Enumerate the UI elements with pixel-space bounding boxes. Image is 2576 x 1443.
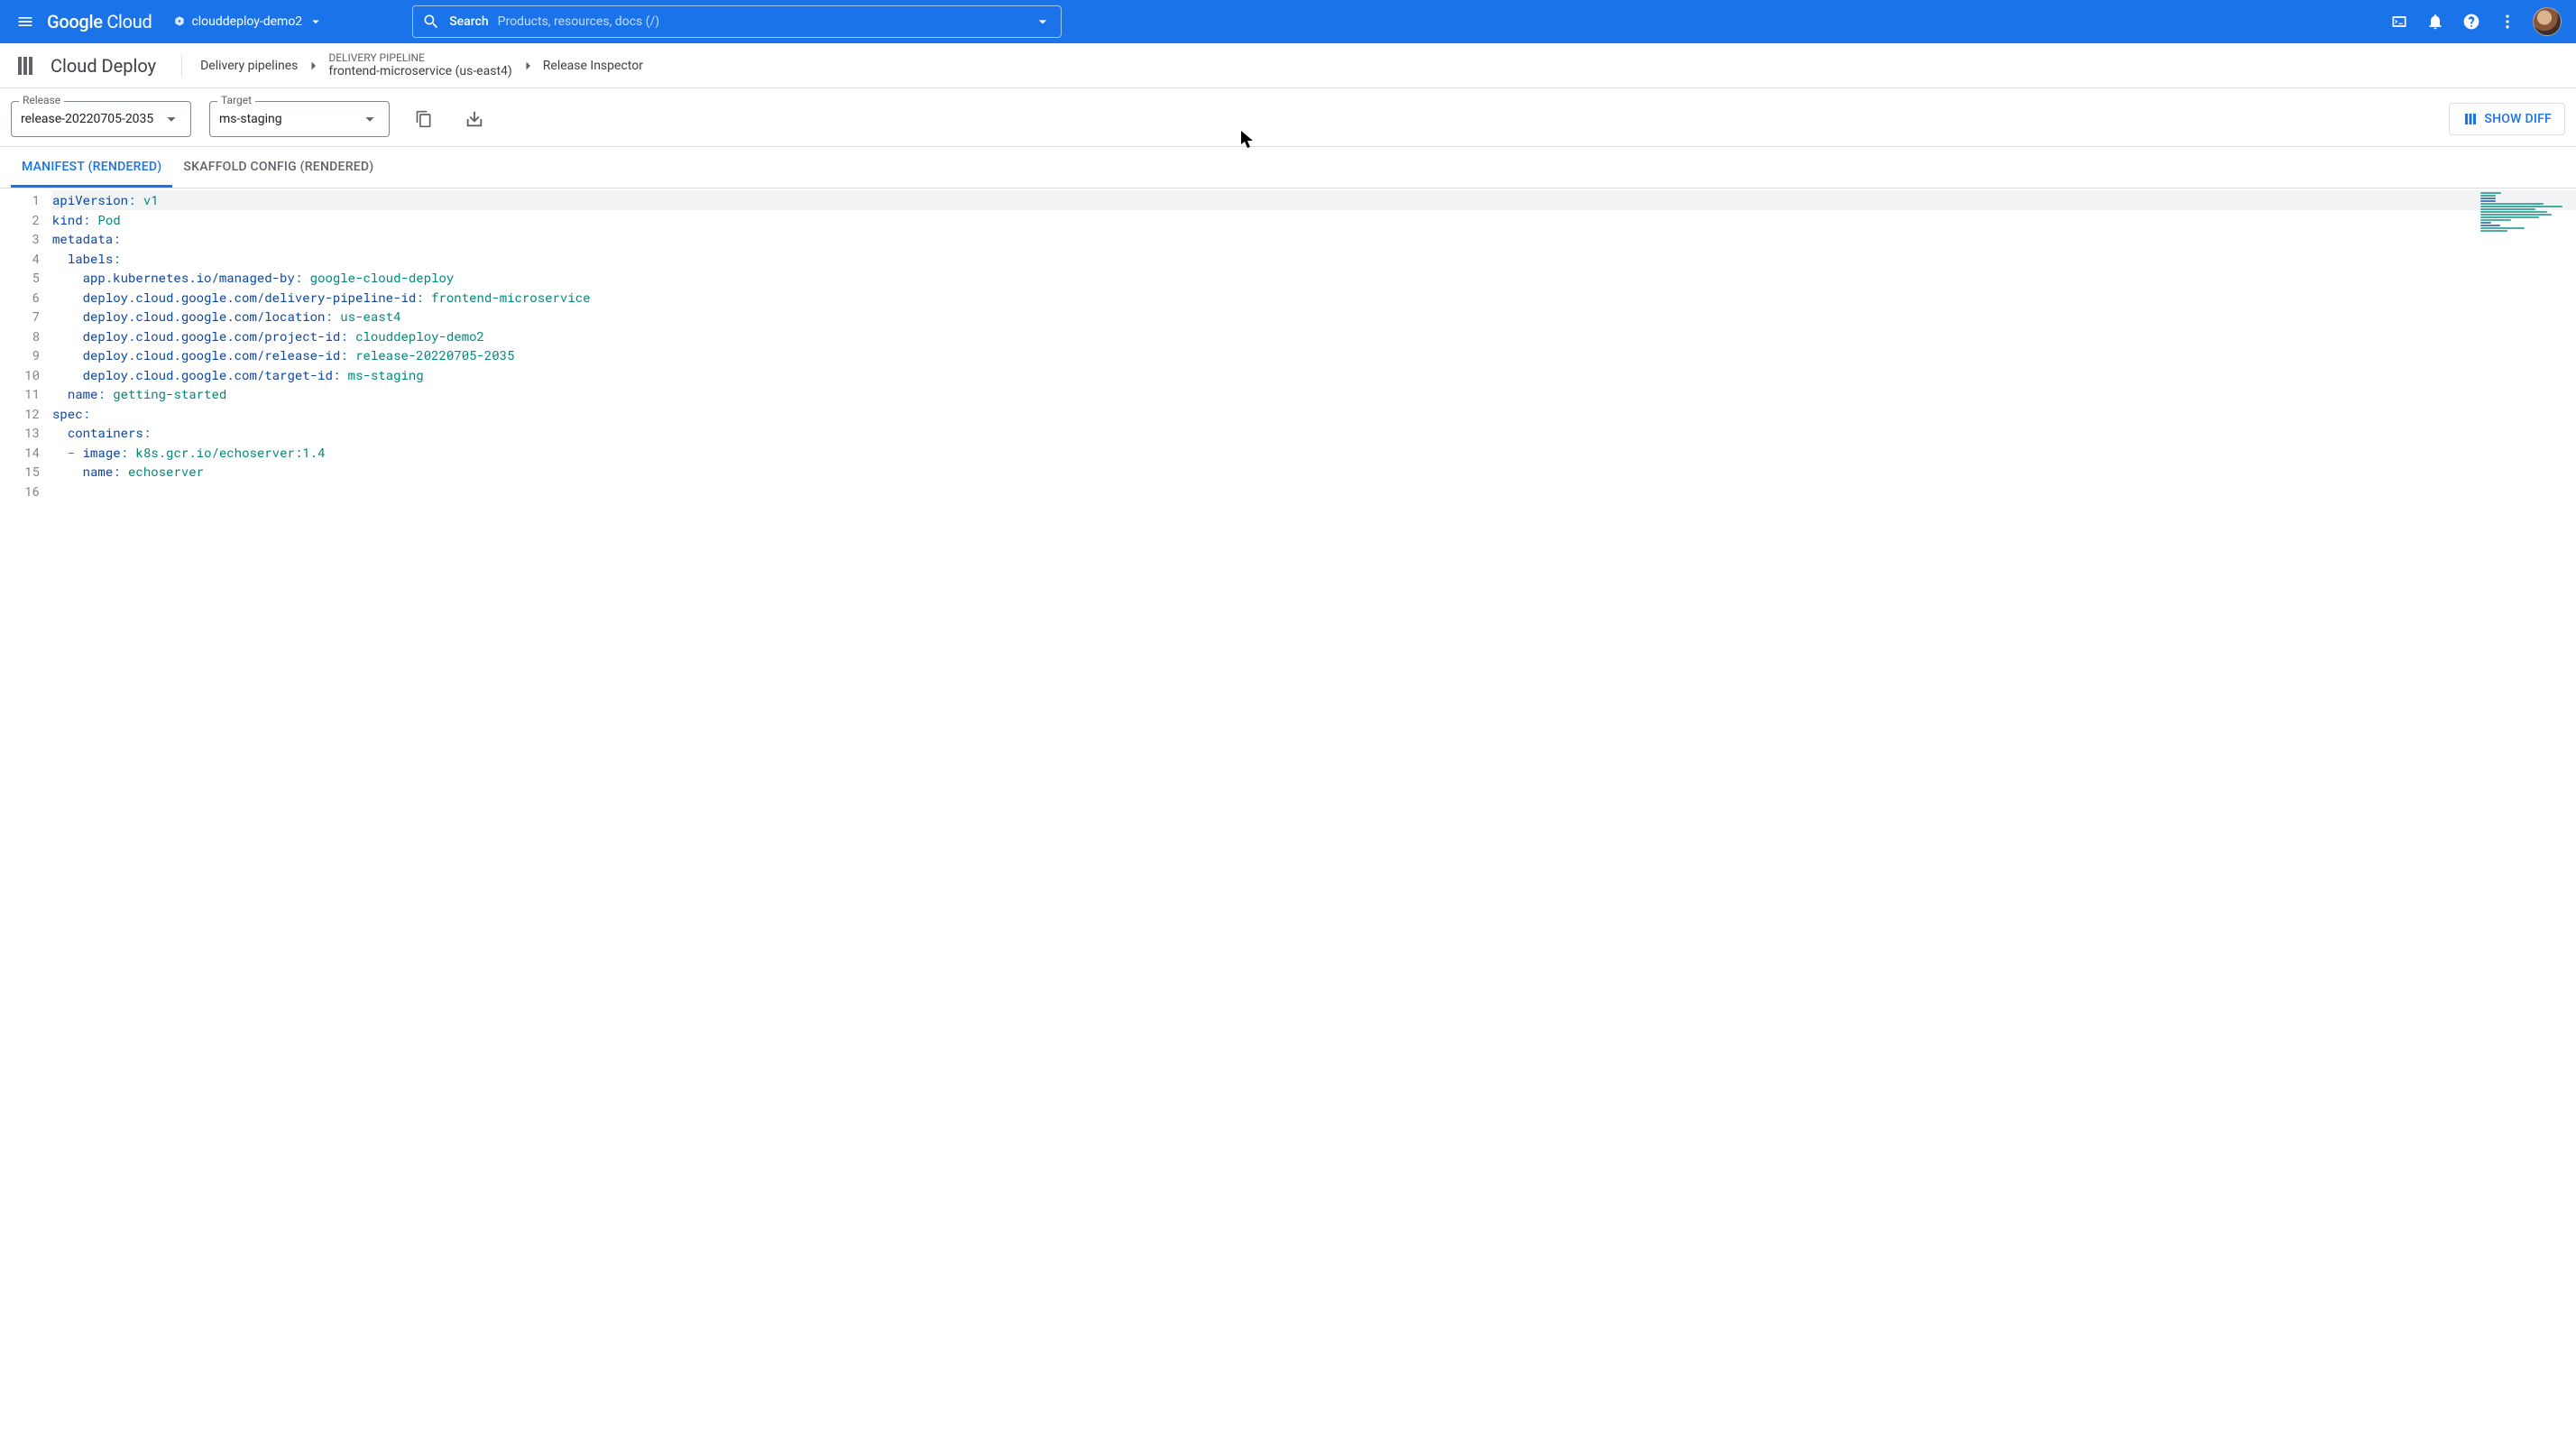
line-number: 3 — [0, 229, 40, 249]
code-line[interactable]: name: getting-started — [52, 384, 2576, 404]
show-diff-button[interactable]: SHOW DIFF — [2449, 103, 2565, 135]
code-line[interactable]: deploy.cloud.google.com/project-id: clou… — [52, 326, 2576, 346]
code-line[interactable]: deploy.cloud.google.com/delivery-pipelin… — [52, 288, 2576, 308]
line-number: 8 — [0, 326, 40, 346]
line-number: 10 — [0, 365, 40, 385]
logo-second: Cloud — [106, 11, 152, 32]
release-select[interactable]: Release release-20220705-2035 — [11, 101, 191, 137]
copy-button[interactable] — [408, 103, 440, 135]
line-number: 5 — [0, 268, 40, 288]
line-number: 15 — [0, 462, 40, 482]
code-line[interactable]: apiVersion: v1 — [52, 190, 2576, 210]
show-diff-label: SHOW DIFF — [2484, 112, 2552, 126]
cloud-deploy-icon — [11, 51, 40, 80]
inspector-toolbar: Release release-20220705-2035 Target ms-… — [0, 88, 2576, 147]
chevron-down-icon — [360, 109, 380, 129]
code-line[interactable]: spec: — [52, 404, 2576, 424]
target-select-value: ms-staging — [219, 112, 360, 126]
line-gutter: 12345678910111213141516 — [0, 188, 49, 1440]
code-line[interactable]: app.kubernetes.io/managed-by: google-clo… — [52, 268, 2576, 288]
cloud-shell-button[interactable] — [2388, 11, 2410, 32]
code-lines[interactable]: apiVersion: v1kind: Podmetadata: labels:… — [49, 188, 2576, 1440]
breadcrumb-pipelines[interactable]: Delivery pipelines — [200, 59, 298, 73]
line-number: 14 — [0, 443, 40, 463]
copy-icon — [415, 110, 433, 128]
code-line[interactable]: name: echoserver — [52, 462, 2576, 482]
bell-icon — [2426, 13, 2444, 31]
line-number: 1 — [0, 190, 40, 210]
inspector-tabs: MANIFEST (RENDERED) SKAFFOLD CONFIG (REN… — [0, 147, 2576, 188]
help-button[interactable] — [2461, 11, 2482, 32]
project-name: clouddeploy-demo2 — [191, 14, 302, 29]
code-line[interactable]: labels: — [52, 249, 2576, 269]
code-viewer: 12345678910111213141516 apiVersion: v1ki… — [0, 188, 2576, 1440]
code-line[interactable] — [52, 482, 2576, 501]
code-line[interactable]: deploy.cloud.google.com/target-id: ms-st… — [52, 365, 2576, 385]
tab-manifest[interactable]: MANIFEST (RENDERED) — [11, 147, 172, 188]
download-icon — [465, 109, 484, 129]
breadcrumb-release-inspector: Release Inspector — [543, 59, 643, 73]
columns-icon — [2462, 111, 2479, 127]
release-select-value: release-20220705-2035 — [21, 112, 161, 126]
target-select-label: Target — [217, 94, 255, 106]
code-line[interactable]: - image: k8s.gcr.io/echoserver:1.4 — [52, 443, 2576, 463]
release-select-label: Release — [19, 94, 64, 106]
user-avatar[interactable] — [2533, 7, 2562, 36]
product-title: Cloud Deploy — [51, 55, 182, 77]
line-number: 16 — [0, 482, 40, 501]
chevron-down-icon — [308, 14, 324, 30]
code-line[interactable]: kind: Pod — [52, 210, 2576, 230]
more-button[interactable] — [2497, 11, 2518, 32]
hamburger-icon — [16, 13, 34, 31]
project-selector[interactable]: clouddeploy-demo2 — [166, 10, 331, 33]
target-select[interactable]: Target ms-staging — [209, 101, 390, 137]
download-button[interactable] — [458, 103, 491, 135]
logo-first: Google — [47, 11, 103, 32]
help-icon — [2462, 13, 2480, 31]
notifications-button[interactable] — [2424, 11, 2446, 32]
search-box[interactable]: Search Products, resources, docs (/) — [412, 5, 1062, 38]
more-vert-icon — [2498, 13, 2516, 31]
code-line[interactable]: containers: — [52, 423, 2576, 443]
chevron-right-icon — [305, 58, 321, 74]
chevron-right-icon — [520, 58, 536, 74]
top-header: Google Cloud clouddeploy-demo2 Search Pr… — [0, 0, 2576, 43]
chevron-down-icon — [1034, 13, 1052, 31]
line-number: 13 — [0, 423, 40, 443]
breadcrumb-pipeline-name: frontend-microservice (us-east4) — [328, 64, 511, 79]
code-line[interactable]: deploy.cloud.google.com/location: us-eas… — [52, 307, 2576, 326]
line-number: 12 — [0, 404, 40, 424]
line-number: 11 — [0, 384, 40, 404]
search-placeholder: Products, resources, docs (/) — [498, 14, 1026, 29]
code-line[interactable]: metadata: — [52, 229, 2576, 249]
line-number: 4 — [0, 249, 40, 269]
breadcrumb-pipeline-sup: DELIVERY PIPELINE — [328, 51, 511, 64]
code-line[interactable]: deploy.cloud.google.com/release-id: rele… — [52, 345, 2576, 365]
project-icon — [173, 15, 186, 28]
terminal-icon — [2390, 13, 2408, 31]
search-icon — [422, 13, 440, 31]
line-number: 9 — [0, 345, 40, 365]
breadcrumb-pipeline[interactable]: DELIVERY PIPELINE frontend-microservice … — [328, 51, 511, 79]
line-number: 2 — [0, 210, 40, 230]
line-number: 7 — [0, 307, 40, 326]
line-number: 6 — [0, 288, 40, 308]
tab-skaffold[interactable]: SKAFFOLD CONFIG (RENDERED) — [172, 147, 384, 188]
nav-menu-button[interactable] — [7, 4, 43, 40]
search-label: Search — [449, 14, 488, 29]
header-actions — [2388, 7, 2569, 36]
product-subheader: Cloud Deploy Delivery pipelines DELIVERY… — [0, 43, 2576, 88]
logo[interactable]: Google Cloud — [47, 11, 152, 32]
chevron-down-icon — [161, 109, 181, 129]
breadcrumb: Delivery pipelines DELIVERY PIPELINE fro… — [200, 51, 643, 79]
